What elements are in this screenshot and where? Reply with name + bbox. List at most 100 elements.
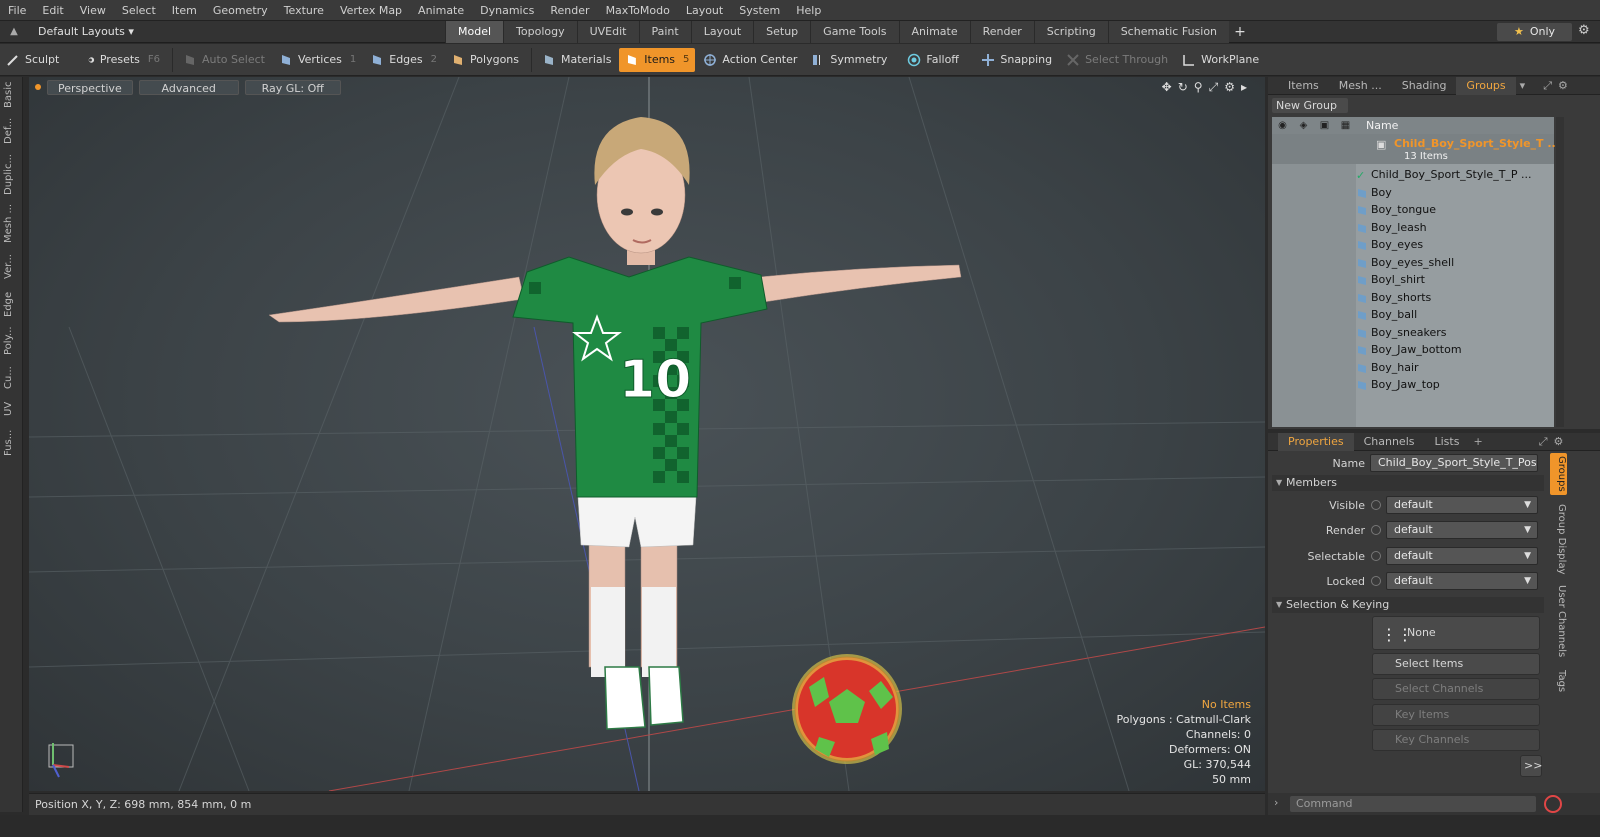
add-tab-icon[interactable]: + xyxy=(1229,21,1251,43)
tab-model[interactable]: Model xyxy=(445,21,504,43)
tree-row[interactable]: ✓ Child_Boy_Sport_Style_T_P ... xyxy=(1356,166,1532,183)
symmetry-button[interactable]: Symmetry xyxy=(805,48,899,72)
tab-scripting[interactable]: Scripting xyxy=(1033,21,1108,43)
command-input[interactable]: Command xyxy=(1290,796,1536,812)
left-tab-mesh[interactable]: Mesh ... xyxy=(3,201,20,245)
expand-panel-icon[interactable]: ⤢ xyxy=(1543,79,1552,93)
more-button[interactable]: >> xyxy=(1520,755,1542,777)
group-row[interactable]: ▣ Child_Boy_Sport_Style_T ... 13 Items xyxy=(1272,134,1560,164)
new-group-button[interactable]: New Group xyxy=(1272,98,1348,113)
left-tab-duplicate[interactable]: Duplic... xyxy=(3,153,20,197)
fit-view-icon[interactable]: ⤢ xyxy=(1209,80,1219,95)
key-items-button[interactable]: Key Items xyxy=(1372,704,1540,726)
tab-shading[interactable]: Shading xyxy=(1392,77,1457,95)
menu-system[interactable]: System xyxy=(731,0,788,21)
advanced-button[interactable]: Advanced xyxy=(138,79,239,95)
presets-button[interactable]: Presets F6 xyxy=(82,48,166,72)
key-channels-button[interactable]: Key Channels xyxy=(1372,729,1540,751)
render-toggle[interactable] xyxy=(1371,525,1381,535)
side-tab-tags[interactable]: Tags xyxy=(1550,665,1567,697)
left-tab-deform[interactable]: Def... xyxy=(3,113,20,149)
viewport-expand-icon[interactable]: ▸ xyxy=(1241,80,1247,95)
menu-view[interactable]: View xyxy=(72,0,114,21)
vertices-button[interactable]: Vertices 1 xyxy=(273,48,362,72)
tab-groups[interactable]: Groups xyxy=(1456,76,1516,95)
tab-mesh[interactable]: Mesh ... xyxy=(1329,77,1392,95)
viewport-settings-icon[interactable]: ⚙ xyxy=(1224,80,1235,95)
tab-channels[interactable]: Channels xyxy=(1354,433,1425,451)
tab-animate[interactable]: Animate xyxy=(898,21,970,43)
name-field[interactable]: Child_Boy_Sport_Style_T_Pose (: xyxy=(1370,454,1538,472)
auto-select-button[interactable]: Auto Select xyxy=(177,48,271,72)
menu-geometry[interactable]: Geometry xyxy=(205,0,276,21)
selectable-dropdown[interactable]: default ▼ xyxy=(1371,547,1538,565)
zoom-view-icon[interactable]: ⚲ xyxy=(1194,80,1203,95)
tab-render[interactable]: Render xyxy=(969,21,1034,43)
move-view-icon[interactable]: ✥ xyxy=(1162,80,1172,95)
only-toggle[interactable]: ★ Only xyxy=(1497,23,1572,41)
3d-viewport[interactable]: 10 Perspective Advanced Ray GL: Off ✥ ↻ … xyxy=(29,77,1265,791)
tree-row[interactable]: Boy_shorts xyxy=(1356,289,1431,306)
tab-paint[interactable]: Paint xyxy=(638,21,691,43)
menu-layout[interactable]: Layout xyxy=(678,0,731,21)
render-icon[interactable]: ◈ xyxy=(1293,120,1314,131)
rotate-view-icon[interactable]: ↻ xyxy=(1178,80,1188,95)
menu-maxtomodo[interactable]: MaxToModo xyxy=(598,0,678,21)
tree-row[interactable]: Boy_Jaw_bottom xyxy=(1356,341,1462,358)
left-tab-curve[interactable]: Cu... xyxy=(3,363,20,393)
left-tab-fusion[interactable]: Fus... xyxy=(3,425,20,461)
tab-items[interactable]: Items xyxy=(1278,77,1329,95)
tree-row[interactable]: Boy_sneakers xyxy=(1356,324,1447,341)
tree-scrollbar[interactable] xyxy=(1556,117,1564,427)
record-icon[interactable] xyxy=(1544,795,1562,813)
tree-row[interactable]: Boy_leash xyxy=(1356,219,1427,236)
tab-uvedit[interactable]: UVEdit xyxy=(576,21,639,43)
menu-texture[interactable]: Texture xyxy=(276,0,332,21)
edges-button[interactable]: Edges 2 xyxy=(364,48,443,72)
polygons-button[interactable]: Polygons xyxy=(445,48,525,72)
none-selection-button[interactable]: ⋮⋮ None xyxy=(1372,616,1540,650)
tab-game-tools[interactable]: Game Tools xyxy=(810,21,899,43)
tree-row[interactable]: Boy_hair xyxy=(1356,359,1419,376)
locked-dropdown[interactable]: default ▼ xyxy=(1371,572,1538,590)
select-channels-button[interactable]: Select Channels xyxy=(1372,678,1540,700)
menu-item[interactable]: Item xyxy=(164,0,205,21)
select-items-button[interactable]: Select Items xyxy=(1372,653,1540,675)
menu-render[interactable]: Render xyxy=(542,0,597,21)
layout-selector[interactable]: Default Layouts ▾ xyxy=(28,25,144,38)
side-tab-user-channels[interactable]: User Channels xyxy=(1550,583,1567,659)
visible-dropdown[interactable]: default ▼ xyxy=(1371,496,1538,514)
eye-icon[interactable]: ◉ xyxy=(1272,120,1293,131)
menu-animate[interactable]: Animate xyxy=(410,0,472,21)
locked-toggle[interactable] xyxy=(1371,576,1381,586)
selectable-icon[interactable]: ▣ xyxy=(1314,120,1335,131)
selection-keying-section[interactable]: ▼ Selection & Keying xyxy=(1272,597,1544,613)
visible-toggle[interactable] xyxy=(1371,500,1381,510)
panel-gear-icon[interactable]: ⚙ xyxy=(1558,79,1568,92)
tree-row[interactable]: Boyl_shirt xyxy=(1356,271,1425,288)
menu-vertex-map[interactable]: Vertex Map xyxy=(332,0,410,21)
gear-icon[interactable]: ⚙ xyxy=(1578,23,1590,38)
left-tab-polygon[interactable]: Poly... xyxy=(3,323,20,359)
falloff-button[interactable]: Falloff xyxy=(901,48,973,72)
action-center-button[interactable]: Action Center xyxy=(697,48,803,72)
snapping-button[interactable]: Snapping xyxy=(975,48,1058,72)
home-icon[interactable]: ▲ xyxy=(0,26,28,37)
left-tab-uv[interactable]: UV xyxy=(3,397,20,421)
items-button[interactable]: Items 5 xyxy=(619,47,696,72)
viewport-menu-dot[interactable] xyxy=(35,84,41,90)
left-tab-basic[interactable]: Basic xyxy=(3,81,20,109)
tree-row[interactable]: Boy_eyes_shell xyxy=(1356,254,1454,271)
menu-file[interactable]: File xyxy=(0,0,34,21)
tree-row[interactable]: Boy_ball xyxy=(1356,306,1417,323)
left-tab-edge[interactable]: Edge xyxy=(3,289,20,319)
tab-lists[interactable]: Lists xyxy=(1425,433,1470,451)
lock-icon[interactable]: ▦ xyxy=(1335,120,1356,131)
tree-row[interactable]: Boy_Jaw_top xyxy=(1356,376,1440,393)
workplane-button[interactable]: WorkPlane xyxy=(1176,48,1265,72)
materials-button[interactable]: Materials xyxy=(536,48,617,72)
left-tab-vertex[interactable]: Ver... xyxy=(3,249,20,285)
menu-edit[interactable]: Edit xyxy=(34,0,71,21)
side-tab-groups[interactable]: Groups xyxy=(1550,453,1567,495)
side-tab-group-display[interactable]: Group Display xyxy=(1550,501,1567,577)
